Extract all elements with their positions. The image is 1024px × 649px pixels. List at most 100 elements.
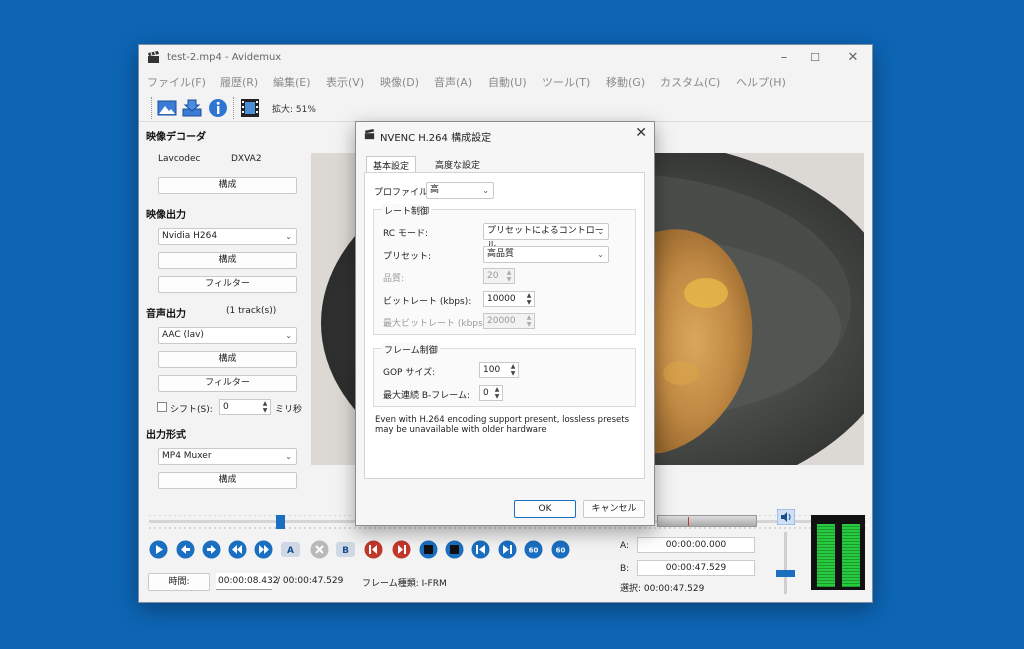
marker-a-field[interactable]: 00:00:00.000 (637, 537, 755, 553)
menu-tools[interactable]: ツール(T) (542, 74, 590, 90)
dialog-close-button[interactable]: ✕ (635, 125, 647, 141)
bitrate-stepper[interactable]: 10000 ▲ ▼ (483, 291, 535, 307)
next-black-frame-icon[interactable] (445, 540, 464, 559)
shift-unit: ミリ秒 (275, 405, 303, 415)
spin-arrows-icon: ▲ ▼ (506, 269, 512, 283)
previous-black-frame-icon[interactable] (419, 540, 438, 559)
marker-b-field[interactable]: 00:00:47.529 (637, 560, 755, 576)
shift-stepper[interactable]: 0 ▲ ▼ (219, 399, 271, 415)
menu-auto[interactable]: 自動(U) (488, 74, 527, 90)
chevron-down-icon: ⌄ (285, 331, 292, 340)
ok-button[interactable]: OK (514, 500, 576, 518)
rc-mode-select[interactable]: プリセットによるコントロール ⌄ (483, 223, 609, 251)
video-decoder-title: 映像デコーダ (146, 132, 206, 143)
audio-track-count: (1 track(s)) (226, 306, 277, 316)
volume-handle[interactable] (776, 570, 795, 577)
menu-edit[interactable]: 編集(E) (273, 74, 311, 90)
decoder-config-button[interactable]: 構成 (158, 177, 297, 194)
selection-duration: 選択: 00:00:47.529 (620, 584, 705, 594)
marker-a-label: A: (620, 541, 630, 551)
film-strip-icon[interactable] (239, 97, 261, 119)
video-codec-select[interactable]: Nvidia H264 ⌄ (158, 228, 297, 245)
dialog-title: NVENC H.264 構成設定 (380, 133, 492, 144)
first-frame-icon[interactable] (471, 540, 490, 559)
max-bitrate-label: 最大ビットレート (kbps): (383, 319, 490, 329)
volume-slider[interactable] (784, 532, 787, 594)
forward-60s-icon[interactable]: 60 (551, 540, 570, 559)
bitrate-label: ビットレート (kbps): (383, 297, 472, 307)
last-frame-icon[interactable] (498, 540, 517, 559)
tab-advanced[interactable]: 高度な設定 (429, 156, 486, 172)
playhead-handle[interactable] (276, 515, 285, 529)
video-codec-value: Nvidia H264 (162, 231, 218, 241)
menu-video[interactable]: 映像(D) (380, 74, 419, 90)
muxer-select[interactable]: MP4 Muxer ⌄ (158, 448, 297, 465)
close-button[interactable]: ✕ (838, 49, 868, 67)
selection-bar (657, 515, 757, 527)
spin-arrows-icon[interactable]: ▲ ▼ (525, 292, 533, 306)
chevron-down-icon: ⌄ (285, 452, 292, 461)
rc-mode-label: RC モード: (383, 229, 428, 239)
chevron-down-icon: ⌄ (482, 186, 489, 195)
video-filters-button[interactable]: フィルター (158, 276, 297, 293)
set-marker-b-icon[interactable]: B (336, 540, 355, 559)
menu-help[interactable]: ヘルプ(H) (736, 74, 786, 90)
current-time-field[interactable]: 00:00:08.432 (216, 573, 278, 590)
total-time: / 00:00:47.529 (277, 576, 344, 586)
cancel-button[interactable]: キャンセル (583, 500, 645, 518)
spin-arrows-icon[interactable]: ▲ ▼ (493, 386, 501, 400)
lossless-note: Even with H.264 encoding support present… (375, 415, 630, 435)
menu-audio[interactable]: 音声(A) (434, 74, 472, 90)
previous-frame-icon[interactable] (176, 540, 195, 559)
next-frame-icon[interactable] (202, 540, 221, 559)
title-bar: test-2.mp4 - Avidemux – ☐ ✕ (139, 45, 872, 71)
gop-size-label: GOP サイズ: (383, 368, 436, 378)
frame-control-title: フレーム制御 (382, 343, 440, 356)
muxer-value: MP4 Muxer (162, 451, 212, 461)
meter-right-channel (842, 524, 860, 587)
audio-codec-select[interactable]: AAC (lav) ⌄ (158, 327, 297, 344)
back-60s-icon[interactable]: 60 (524, 540, 543, 559)
previous-keyframe-icon[interactable] (228, 540, 247, 559)
svg-text:A: A (287, 546, 294, 556)
menu-history[interactable]: 履歴(R) (220, 74, 258, 90)
menu-view[interactable]: 表示(V) (326, 74, 364, 90)
set-marker-a-icon[interactable]: A (281, 540, 300, 559)
delete-icon[interactable] (310, 540, 329, 559)
muxer-config-button[interactable]: 構成 (158, 472, 297, 489)
video-config-button[interactable]: 構成 (158, 252, 297, 269)
open-image-icon[interactable] (156, 97, 178, 119)
preset-select[interactable]: 高品質 ⌄ (483, 246, 609, 263)
max-bitrate-stepper: 20000 ▲ ▼ (483, 313, 535, 329)
shift-label: シフト(S): (170, 405, 213, 415)
nvenc-config-dialog: NVENC H.264 構成設定 ✕ 基本設定 高度な設定 プロファイル: 高 … (355, 121, 655, 526)
menu-bar: ファイル(F) 履歴(R) 編集(E) 表示(V) 映像(D) 音声(A) 自動… (139, 71, 872, 91)
time-mode-button[interactable]: 時間: (148, 573, 210, 591)
decoder-name: Lavcodec (158, 154, 201, 164)
minimize-button[interactable]: – (769, 49, 799, 67)
next-keyframe-icon[interactable] (254, 540, 273, 559)
audio-config-button[interactable]: 構成 (158, 351, 297, 368)
frame-type: フレーム種類: I-FRM (362, 579, 447, 589)
play-icon[interactable] (149, 540, 168, 559)
shift-checkbox[interactable] (157, 402, 167, 412)
menu-file[interactable]: ファイル(F) (147, 74, 206, 90)
menu-custom[interactable]: カスタム(C) (660, 74, 720, 90)
goto-marker-a-icon[interactable] (364, 540, 383, 559)
speaker-icon[interactable] (777, 509, 795, 525)
save-download-icon[interactable] (181, 97, 203, 119)
frame-control-group: フレーム制御 GOP サイズ: 100 ▲ ▼ 最大連続 B-フレーム: 0 ▲ ▼ (373, 343, 636, 407)
tab-basic[interactable]: 基本設定 (366, 156, 417, 172)
maximize-button[interactable]: ☐ (800, 49, 830, 67)
spin-arrows-icon[interactable]: ▲ ▼ (261, 400, 269, 414)
b-frames-stepper[interactable]: 0 ▲ ▼ (479, 385, 503, 401)
spin-arrows-icon[interactable]: ▲ ▼ (509, 363, 517, 377)
menu-go[interactable]: 移動(G) (606, 74, 645, 90)
gop-size-stepper[interactable]: 100 ▲ ▼ (479, 362, 519, 378)
svg-text:B: B (342, 546, 349, 556)
max-bitrate-value: 20000 (487, 316, 516, 326)
goto-marker-b-icon[interactable] (392, 540, 411, 559)
info-icon[interactable] (207, 97, 229, 119)
profile-select[interactable]: 高 ⌄ (426, 182, 494, 199)
audio-filters-button[interactable]: フィルター (158, 375, 297, 392)
